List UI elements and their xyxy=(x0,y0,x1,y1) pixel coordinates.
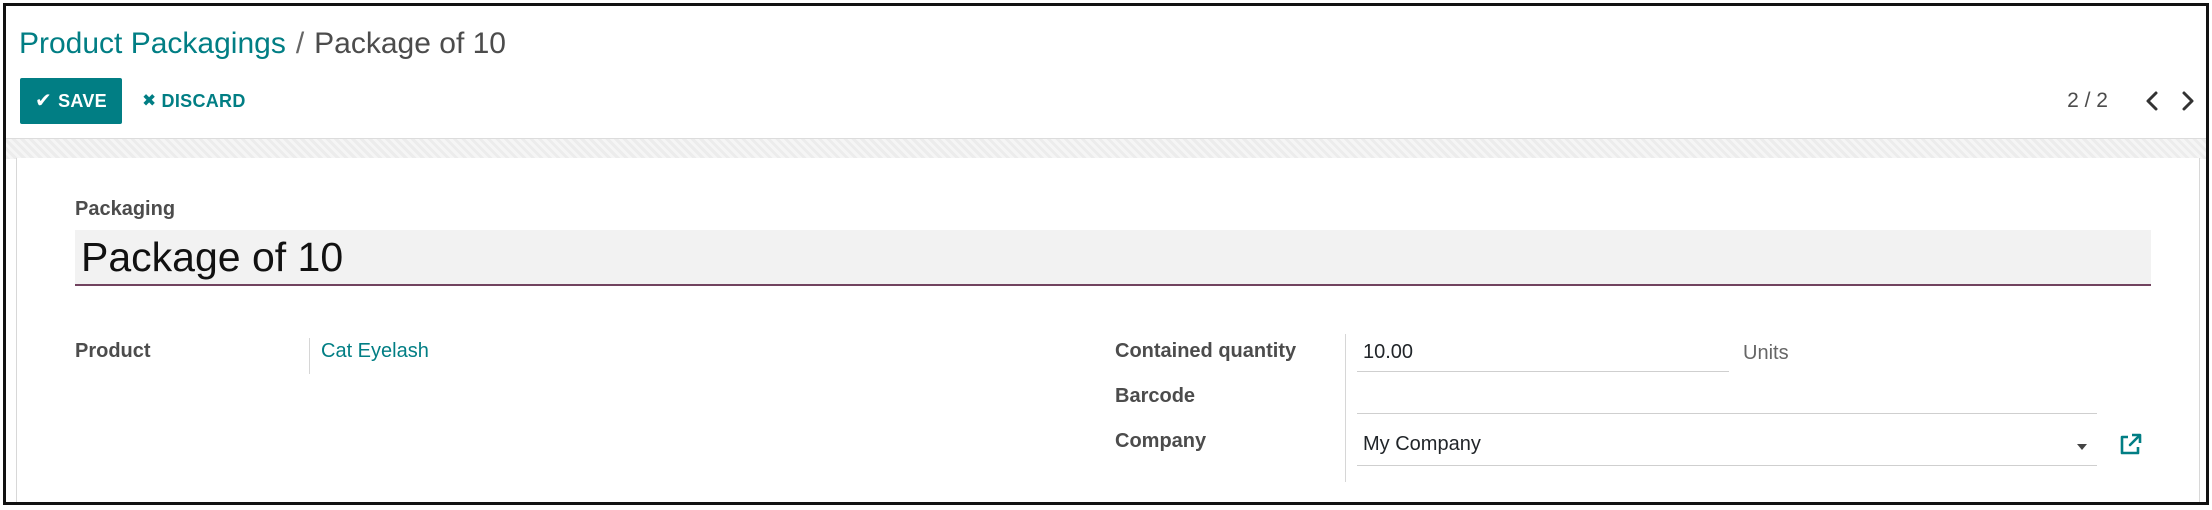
breadcrumb-separator: / xyxy=(295,27,305,60)
external-link-icon[interactable] xyxy=(2117,432,2143,458)
contained-quantity-unit: Units xyxy=(1743,342,1789,364)
packaging-name-field[interactable]: Package of 10 xyxy=(75,230,2151,286)
contained-quantity-input[interactable]: 10.00 xyxy=(1357,334,1729,372)
chevron-right-icon xyxy=(2182,91,2194,111)
barcode-label: Barcode xyxy=(1115,385,1196,407)
check-icon: ✔ xyxy=(35,90,53,112)
pager: 2 / 2 xyxy=(2067,78,2206,124)
breadcrumb-current: Package of 10 xyxy=(314,27,506,60)
form-sheet: Packaging Package of 10 Product Cat Eyel… xyxy=(16,158,2200,502)
save-button[interactable]: ✔ SAVE xyxy=(20,78,122,124)
discard-button[interactable]: ✖ DISCARD xyxy=(142,78,246,124)
right-fields-divider xyxy=(1345,334,1346,482)
pager-value[interactable]: 2 / 2 xyxy=(2067,89,2108,113)
close-icon: ✖ xyxy=(142,91,157,110)
caret-down-icon[interactable] xyxy=(2077,444,2087,450)
control-panel: Product Packagings / Package of 10 ✔ SAVE … xyxy=(6,6,2206,138)
product-field-divider xyxy=(309,338,310,374)
packaging-label: Packaging xyxy=(75,198,176,220)
form-background-band xyxy=(6,138,2206,159)
discard-button-label: DISCARD xyxy=(161,90,246,111)
breadcrumb-parent-link[interactable]: Product Packagings xyxy=(19,27,286,60)
breadcrumb: Product Packagings / Package of 10 xyxy=(19,24,506,64)
save-button-label: SAVE xyxy=(58,90,107,111)
company-select[interactable]: My Company xyxy=(1357,426,2097,466)
barcode-input[interactable] xyxy=(1357,376,2097,414)
app-window: Product Packagings / Package of 10 ✔ SAVE … xyxy=(3,3,2209,505)
contained-quantity-label: Contained quantity xyxy=(1115,340,1297,362)
pager-previous-button[interactable] xyxy=(2134,78,2170,124)
product-label: Product xyxy=(75,340,151,362)
pager-next-button[interactable] xyxy=(2170,78,2206,124)
company-label: Company xyxy=(1115,430,1207,452)
product-link[interactable]: Cat Eyelash xyxy=(321,340,429,363)
chevron-left-icon xyxy=(2146,91,2158,111)
